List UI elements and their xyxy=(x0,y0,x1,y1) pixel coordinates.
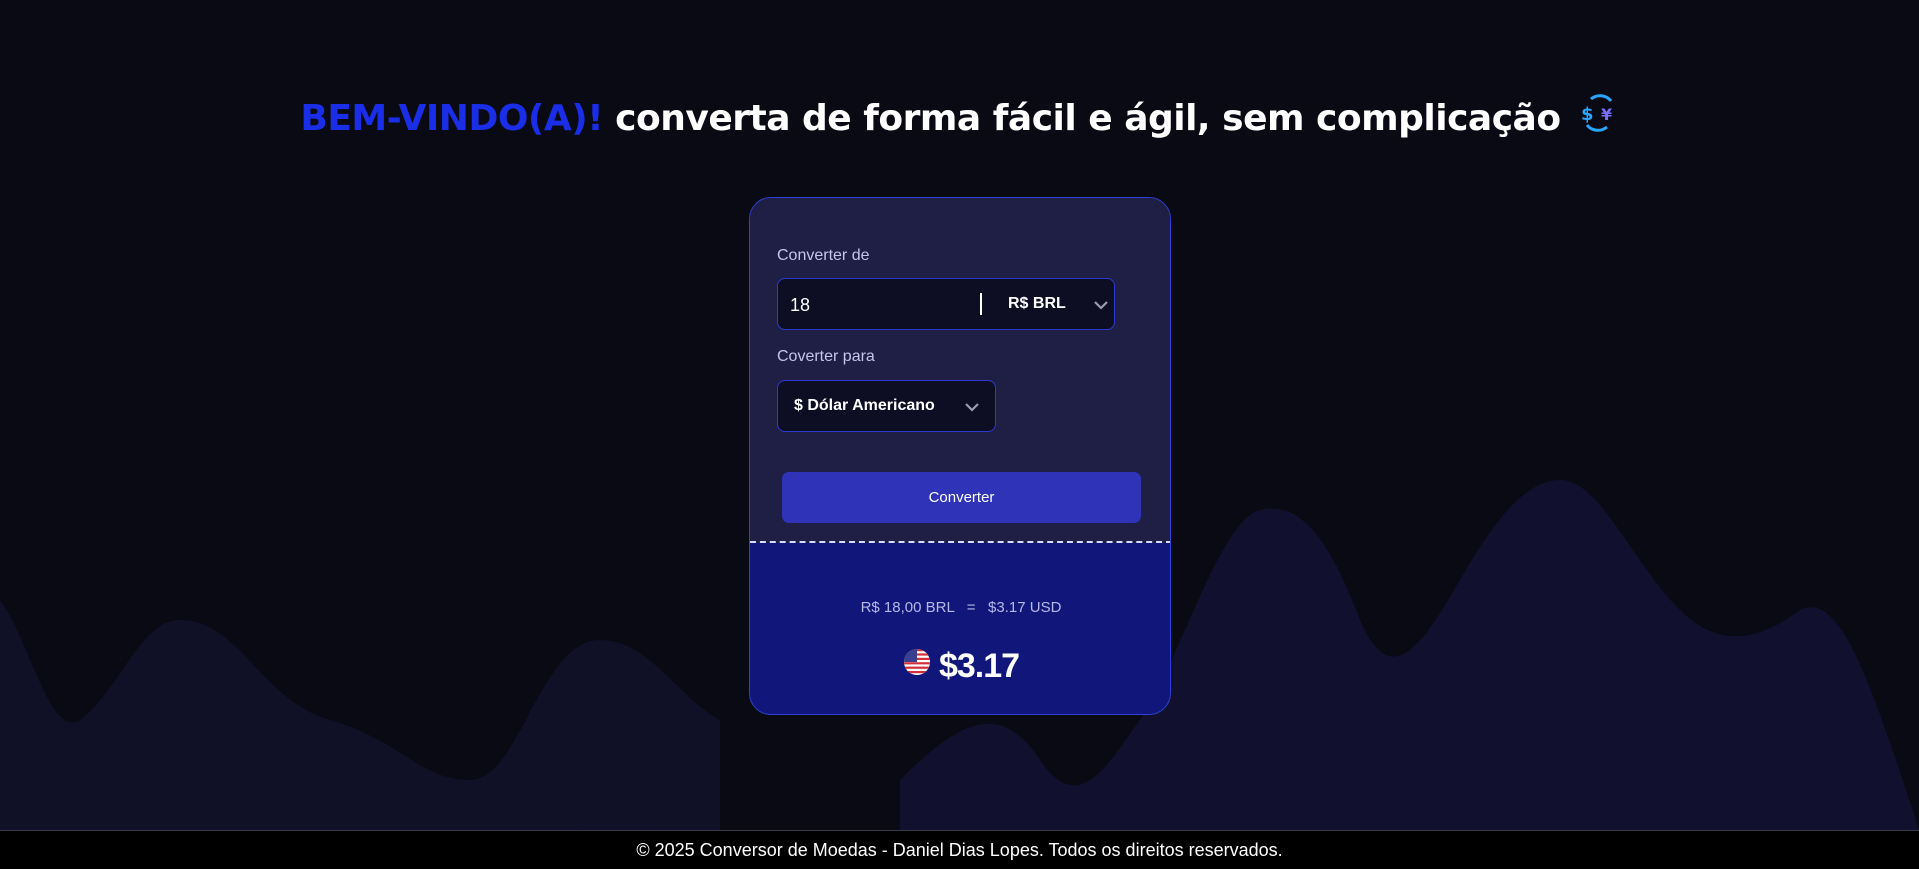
field-separator xyxy=(980,293,982,315)
svg-text:$: $ xyxy=(1581,104,1593,125)
conversion-equation: R$ 18,00 BRL = $3.17 USD xyxy=(750,599,1170,616)
footer: © 2025 Conversor de Moedas - Daniel Dias… xyxy=(0,830,1919,869)
equals-sign: = xyxy=(966,599,976,616)
converter-form: Converter de R$ BRL Coverter para $ Dóla… xyxy=(750,198,1170,542)
from-label: Converter de xyxy=(777,247,870,264)
result-panel: R$ 18,00 BRL = $3.17 USD $3.17 xyxy=(750,543,1170,714)
page: BEM-VINDO(A)! converta de forma fácil e … xyxy=(0,0,1919,869)
us-flag-icon xyxy=(903,646,931,685)
currency-swap-icon: $ ¥ xyxy=(1579,93,1619,142)
page-headline: BEM-VINDO(A)! converta de forma fácil e … xyxy=(0,93,1919,142)
chevron-down-icon xyxy=(1094,297,1108,315)
svg-text:¥: ¥ xyxy=(1601,105,1612,124)
to-amount-text: $3.17 USD xyxy=(988,599,1062,616)
from-currency-select[interactable]: R$ BRL xyxy=(1008,279,1114,329)
convert-button[interactable]: Converter xyxy=(782,472,1141,523)
footer-text: © 2025 Conversor de Moedas - Daniel Dias… xyxy=(636,840,1283,860)
amount-input[interactable] xyxy=(790,291,960,319)
from-amount-text: R$ 18,00 BRL xyxy=(860,599,955,616)
result-value: $3.17 xyxy=(938,647,1020,685)
from-currency-value: R$ BRL xyxy=(1008,295,1066,312)
headline-greeting: BEM-VINDO(A)! xyxy=(300,98,604,139)
result-display: $3.17 xyxy=(750,646,1170,686)
converter-card: Converter de R$ BRL Coverter para $ Dóla… xyxy=(749,197,1171,715)
to-currency-value: $ Dólar Americano xyxy=(794,397,935,414)
from-field-group: R$ BRL xyxy=(777,278,1115,330)
chevron-down-icon xyxy=(965,399,979,417)
to-currency-select[interactable]: $ Dólar Americano xyxy=(777,380,996,432)
to-label: Coverter para xyxy=(777,348,875,365)
headline-tagline: converta de forma fácil e ágil, sem comp… xyxy=(615,98,1561,139)
